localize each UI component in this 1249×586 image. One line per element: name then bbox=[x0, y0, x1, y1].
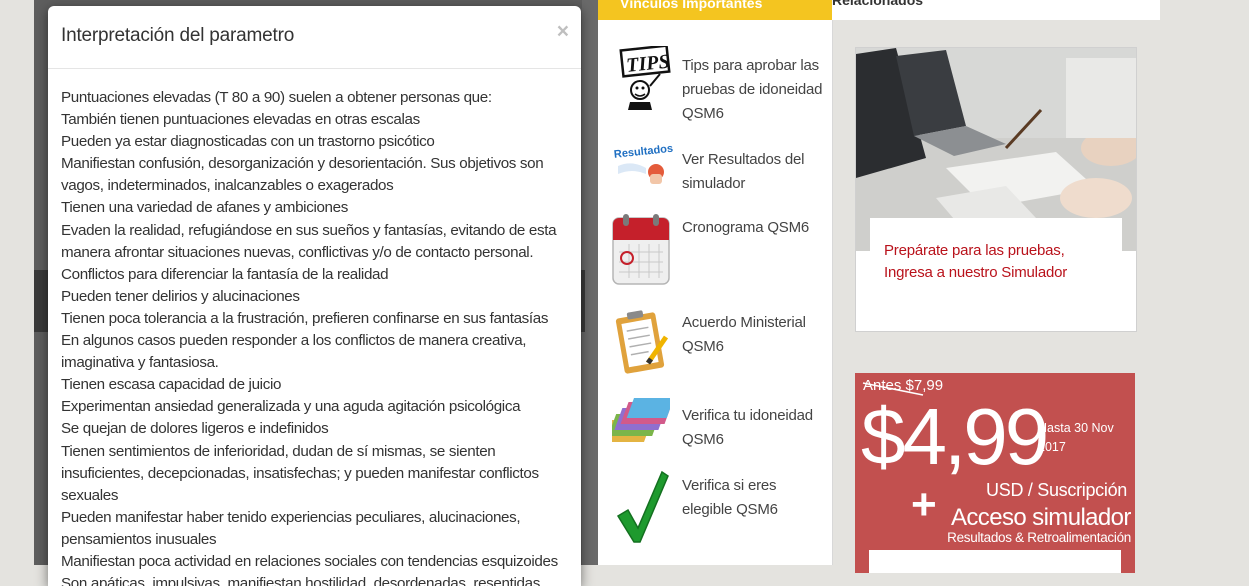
promo-until: Hasta 30 Nov 2017 bbox=[1038, 421, 1114, 454]
resultados-icon: Resultados bbox=[612, 143, 674, 193]
body-line: En algunos casos pueden responder a los … bbox=[61, 332, 527, 372]
link-label[interactable]: Tips para aprobar las pruebas de idoneid… bbox=[682, 54, 827, 126]
link-agreement[interactable]: Acuerdo Ministerial QSM6 bbox=[598, 305, 832, 381]
calendar-icon bbox=[611, 214, 671, 291]
body-line: Tienen poca tolerancia a la frustración,… bbox=[61, 309, 549, 327]
link-tips[interactable]: TIPS Tips para aprobar las pruebas de id… bbox=[598, 44, 832, 128]
promo-results: Resultados & Retroalimentación bbox=[947, 530, 1131, 545]
simulator-card[interactable]: Prepárate para las pruebas, Ingresa a nu… bbox=[855, 47, 1137, 332]
body-line: Tienen escasa capacidad de juicio bbox=[61, 376, 282, 394]
promo-unit: USD / Suscripción bbox=[986, 480, 1127, 500]
plus-icon: + bbox=[911, 480, 937, 529]
link-schedule[interactable]: Cronograma QSM6 bbox=[598, 212, 832, 292]
body-line: Se quejan de dolores ligeros e indefinid… bbox=[61, 420, 329, 438]
clipboard-icon bbox=[614, 307, 670, 380]
link-suitability[interactable]: Verifica tu idoneidad QSM6 bbox=[598, 396, 832, 456]
link-label[interactable]: Ver Resultados del simulador bbox=[682, 148, 827, 196]
link-label[interactable]: Cronograma QSM6 bbox=[682, 216, 827, 240]
tab-related-label: Relacionados bbox=[832, 0, 924, 8]
link-label[interactable]: Acuerdo Ministerial QSM6 bbox=[682, 311, 827, 359]
simulator-link-text[interactable]: Prepárate para las pruebas, Ingresa a nu… bbox=[884, 240, 1114, 284]
close-button[interactable]: × bbox=[557, 20, 569, 44]
background-fragment bbox=[34, 270, 48, 332]
modal-body: Puntuaciones elevadas (T 80 a 90) suelen… bbox=[48, 69, 581, 586]
promo-access: Acceso simulador bbox=[951, 504, 1131, 531]
body-line: Pueden manifestar haber tenido experienc… bbox=[61, 508, 521, 548]
background-fragment bbox=[581, 270, 585, 332]
tips-icon: TIPS bbox=[616, 44, 672, 115]
body-line: Tienen una variedad de afanes y ambicion… bbox=[61, 199, 348, 217]
modal-title: Interpretación del parametro bbox=[61, 25, 295, 46]
body-line: También tienen puntuaciones elevadas en … bbox=[61, 111, 420, 129]
folders-icon bbox=[599, 398, 674, 451]
tips-icon-text: TIPS bbox=[625, 50, 670, 76]
body-line: Puntuaciones elevadas (T 80 a 90) suelen… bbox=[61, 89, 492, 106]
body-line: Pueden tener delirios y alucinaciones bbox=[61, 287, 300, 305]
modal-header: Interpretación del parametro × bbox=[48, 6, 581, 69]
body-line: Evaden la realidad, refugiándose en sus … bbox=[61, 221, 557, 283]
link-eligibility[interactable]: Verifica si eres elegible QSM6 bbox=[598, 470, 832, 550]
simulator-card-caption[interactable]: Prepárate para las pruebas, Ingresa a nu… bbox=[870, 218, 1122, 330]
body-line: Tienen sentimientos de inferioridad, dud… bbox=[61, 442, 539, 504]
promo-price: $4,99 bbox=[861, 392, 1049, 481]
link-label[interactable]: Verifica si eres elegible QSM6 bbox=[682, 474, 827, 522]
body-line: Pueden ya estar diagnosticadas con un tr… bbox=[61, 133, 435, 151]
body-line: Son apáticas, impulsivas, manifiestan ho… bbox=[61, 575, 540, 586]
body-line: Manifiestan poca actividad en relaciones… bbox=[61, 552, 558, 570]
link-label[interactable]: Verifica tu idoneidad QSM6 bbox=[682, 404, 827, 452]
important-links-column: Vínculos Importantes TIPS Tips para apro… bbox=[598, 0, 833, 565]
link-results[interactable]: Resultados Ver Resultados del simulador bbox=[598, 140, 832, 200]
promo-button[interactable] bbox=[869, 550, 1121, 573]
tab-important-links[interactable]: Vínculos Importantes bbox=[598, 0, 832, 20]
body-line: Manifiestan confusión, desorganización y… bbox=[61, 155, 544, 195]
body-line: Experimentan ansiedad generalizada y una… bbox=[61, 398, 521, 416]
resultados-icon-text: Resultados bbox=[613, 144, 673, 161]
checkmark-icon bbox=[616, 470, 670, 549]
interpretation-modal: Interpretación del parametro × Puntuacio… bbox=[48, 6, 581, 586]
tab-related[interactable]: Relacionados bbox=[832, 0, 1160, 20]
promo-banner[interactable]: Antes $7,99 $4,99 Hasta 30 Nov 2017 USD … bbox=[855, 373, 1135, 573]
